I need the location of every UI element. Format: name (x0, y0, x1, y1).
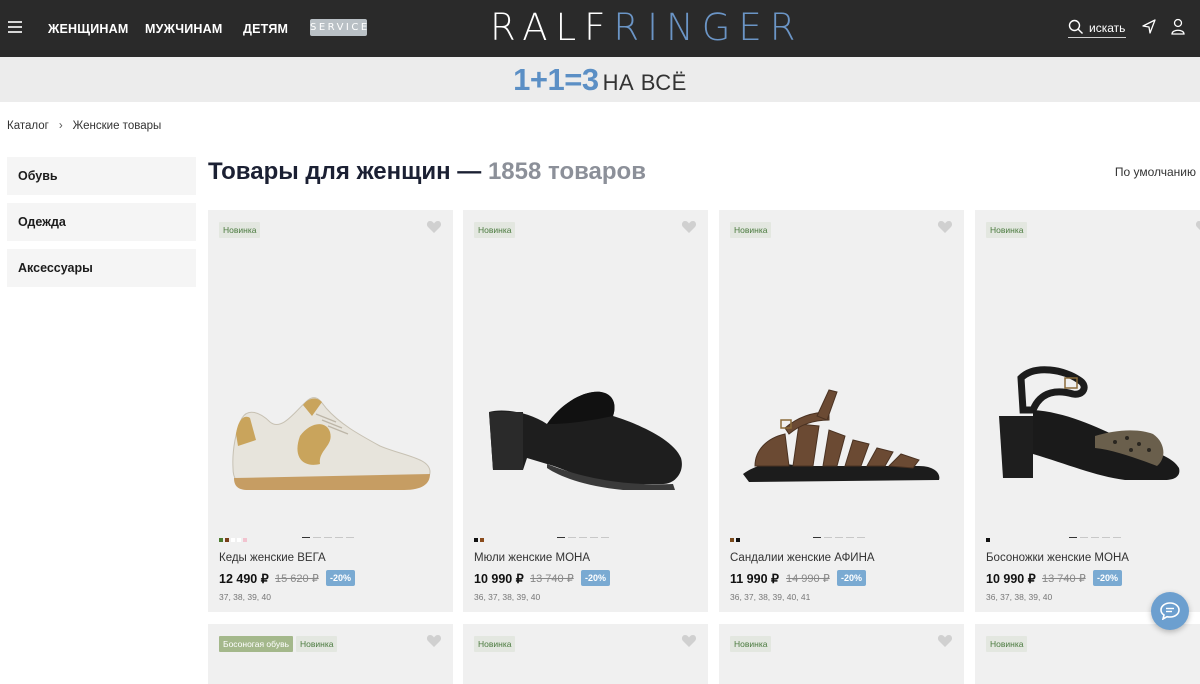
nav-kids[interactable]: ДЕТЯМ (243, 22, 288, 36)
product-sizes: 36, 37, 38, 39, 40 (986, 592, 1053, 602)
new-badge: Новинка (986, 636, 1028, 652)
product-sizes: 37, 38, 39, 40 (219, 592, 271, 602)
product-price: 10 990 ₽ (474, 572, 524, 586)
heart-icon[interactable] (426, 220, 442, 234)
chat-button[interactable] (1151, 592, 1189, 630)
new-badge: Новинка (219, 222, 261, 238)
discount-badge: -20% (1093, 570, 1123, 586)
heart-icon[interactable] (681, 634, 697, 648)
new-badge: Новинка (296, 636, 338, 652)
top-header: ЖЕНЩИНАМ МУЖЧИНАМ ДЕТЯМ SERVICE RALFRING… (0, 0, 1200, 57)
product-old-price: 13 740 ₽ (1042, 573, 1086, 585)
new-badge: Новинка (474, 636, 516, 652)
product-card[interactable]: Новинка Мюли женские МОНА 10 990 ₽ 13 74… (463, 210, 708, 612)
heart-icon[interactable] (426, 634, 442, 648)
product-card[interactable]: Новинка Кеды женские ВЕГА 12 490 ₽ 15 62… (208, 210, 453, 612)
discount-badge: -20% (837, 570, 867, 586)
product-card[interactable]: Новинка Босоножки женские МОНА 10 990 ₽ … (975, 210, 1200, 612)
sidebar-item-shoes[interactable]: Обувь (7, 157, 196, 195)
heart-icon[interactable] (681, 220, 697, 234)
logo-left-text: RALF (490, 6, 614, 49)
page-title-text: Товары для женщин — (208, 158, 482, 185)
product-name[interactable]: Сандалии женские АФИНА (730, 552, 875, 564)
discount-badge: -20% (326, 570, 356, 586)
user-icon[interactable] (1170, 18, 1186, 36)
color-swatches[interactable] (986, 538, 992, 542)
product-price: 12 490 ₽ (219, 572, 269, 586)
brand-logo[interactable]: RALFRINGER (490, 8, 803, 48)
product-image-sneaker (232, 397, 431, 490)
product-name[interactable]: Кеды женские ВЕГА (219, 552, 326, 564)
product-name[interactable]: Босоножки женские МОНА (986, 552, 1129, 564)
new-badge: Новинка (730, 636, 772, 652)
product-old-price: 14 990 ₽ (786, 573, 830, 585)
product-sizes: 36, 37, 38, 39, 40, 41 (730, 592, 811, 602)
breadcrumb: Каталог › Женские товары (7, 120, 161, 132)
product-card[interactable]: Босоногая обувь Новинка (208, 624, 453, 684)
heart-icon[interactable] (937, 634, 953, 648)
service-button[interactable]: SERVICE (310, 19, 367, 36)
new-badge: Новинка (474, 222, 516, 238)
chevron-right-icon: › (58, 120, 63, 132)
product-old-price: 13 740 ₽ (530, 573, 574, 585)
promo-banner[interactable]: 1+1=3 НА ВСЁ (0, 57, 1200, 102)
product-card[interactable]: Новинка (719, 624, 964, 684)
search-label: искать (1089, 21, 1126, 35)
product-image-heeled-sandal (999, 366, 1180, 480)
search-icon (1068, 19, 1083, 34)
new-badge: Новинка (730, 222, 772, 238)
nav-men[interactable]: МУЖЧИНАМ (145, 22, 222, 36)
sidebar-item-clothes[interactable]: Одежда (7, 203, 196, 241)
promo-big-text: 1+1=3 (513, 62, 599, 97)
product-card[interactable]: Новинка (975, 624, 1200, 684)
product-image-mule (489, 391, 682, 490)
breadcrumb-women[interactable]: Женские товары (73, 120, 162, 132)
sidebar-item-accessories[interactable]: Аксессуары (7, 249, 196, 287)
color-swatches[interactable] (474, 538, 486, 542)
breadcrumb-catalog[interactable]: Каталог (7, 120, 49, 132)
page-title: Товары для женщин — 1858 товаров (208, 158, 646, 186)
product-name[interactable]: Мюли женские МОНА (474, 552, 590, 564)
location-arrow-icon[interactable] (1141, 18, 1157, 36)
new-badge: Новинка (986, 222, 1028, 238)
logo-right-text: RINGER (613, 6, 804, 49)
product-old-price: 15 620 ₽ (275, 573, 319, 585)
product-price: 10 990 ₽ (986, 572, 1036, 586)
color-swatches[interactable] (219, 538, 249, 542)
product-sizes: 36, 37, 38, 39, 40 (474, 592, 541, 602)
sort-dropdown[interactable]: По умолчанию (1115, 165, 1196, 179)
heart-icon[interactable] (1195, 220, 1200, 234)
product-count: 1858 товаров (487, 158, 646, 185)
product-price: 11 990 ₽ (730, 572, 779, 586)
product-card[interactable]: Новинка Сандалии женские АФИНА 11 990 ₽ … (719, 210, 964, 612)
discount-badge: -20% (581, 570, 611, 586)
product-card[interactable]: Новинка (463, 624, 708, 684)
heart-icon[interactable] (937, 220, 953, 234)
nav-women[interactable]: ЖЕНЩИНАМ (48, 22, 128, 36)
chat-bubble-icon (1160, 602, 1180, 620)
product-image-sandal (743, 389, 940, 482)
barefoot-badge: Босоногая обувь (219, 636, 294, 652)
promo-small-text: НА ВСЁ (602, 70, 687, 95)
search-button[interactable]: искать (1068, 18, 1126, 38)
menu-icon[interactable] (8, 21, 22, 33)
color-swatches[interactable] (730, 538, 742, 542)
